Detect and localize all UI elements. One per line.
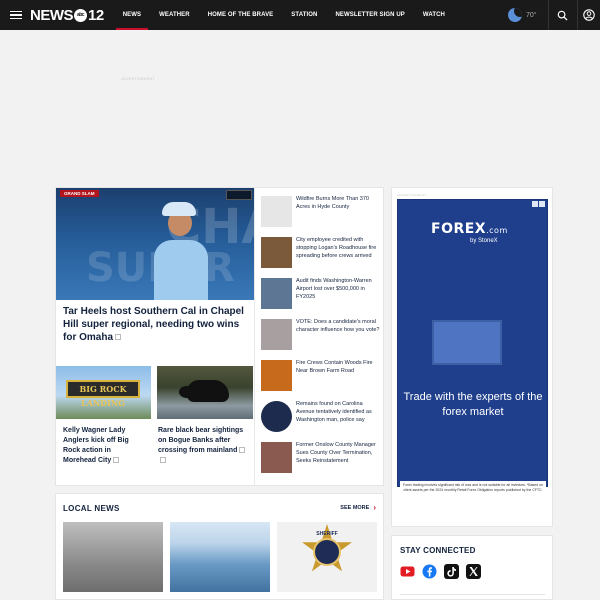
side-ad-panel: ADVERTISEMENT FOREX.com by StoneX Trade … (391, 187, 553, 527)
nav-item-station[interactable]: STATION (282, 0, 326, 30)
local-story-image[interactable] (170, 522, 270, 592)
video-icon (113, 457, 120, 464)
list-headline: Wildfire Burns More Than 370 Acres in Hy… (296, 196, 369, 210)
ad-label: ADVERTISEMENT (397, 193, 427, 197)
nav-item-weather[interactable]: WEATHER (150, 0, 199, 30)
ad-choices-badges[interactable] (532, 201, 545, 207)
list-headline: Former Onslow County Manager Sues County… (296, 442, 376, 464)
list-item[interactable]: Audit finds Washington-Warren Airport lo… (261, 277, 383, 318)
search-button[interactable] (548, 0, 576, 30)
nav-item-news[interactable]: NEWS (114, 0, 150, 30)
social-links (400, 564, 481, 579)
top-stories-card: CHAP SUPER GRAND SLAM Tar Heels host Sou… (55, 187, 384, 486)
weather-widget[interactable]: 70° (508, 0, 537, 30)
story-headline-big-rock[interactable]: Kelly Wagner Lady Anglers kick off Big R… (63, 426, 145, 466)
local-story-image[interactable] (63, 522, 163, 592)
section-title: STAY CONNECTED (400, 546, 476, 555)
list-item[interactable]: Former Onslow County Manager Sues County… (261, 441, 383, 482)
search-icon (557, 10, 568, 21)
ad-brand: FOREX (431, 221, 487, 237)
x-icon[interactable] (466, 564, 481, 579)
ad-label: ADVERTISEMENT (121, 77, 155, 81)
nav-item-watch[interactable]: WATCH (414, 0, 454, 30)
list-thumb (261, 360, 292, 391)
list-thumb (261, 278, 292, 309)
section-title: LOCAL NEWS (63, 504, 120, 513)
scoreboard-graphic (226, 190, 252, 200)
list-item[interactable]: Fire Crews Contain Woods Fire Near Brown… (261, 359, 383, 400)
ad-choices-icon[interactable] (532, 201, 538, 207)
video-icon (160, 457, 166, 464)
list-thumb (261, 401, 292, 432)
local-news-card: LOCAL NEWS SEE MORE › SHERIFF (55, 493, 384, 600)
stay-connected-card: STAY CONNECTED (391, 535, 553, 600)
laptop-graphic (432, 320, 502, 365)
ad-brand-suffix: .com (486, 226, 508, 235)
camera-icon (239, 447, 246, 454)
top-story-image[interactable]: CHAP SUPER GRAND SLAM (56, 188, 254, 300)
site-logo[interactable]: NEWS abc 12 (30, 0, 104, 30)
video-icon (115, 334, 122, 341)
logo-number: 12 (88, 6, 104, 24)
headline-list: Wildfire Burns More Than 370 Acres in Hy… (261, 195, 383, 482)
player-cap (162, 202, 196, 216)
menu-icon[interactable] (4, 0, 28, 30)
nav-item-newsletter[interactable]: NEWSLETTER SIGN UP (326, 0, 413, 30)
list-headline: Fire Crews Contain Woods Fire Near Brown… (296, 360, 373, 374)
list-item[interactable]: Remains found on Carolina Avenue tentati… (261, 400, 383, 441)
list-thumb (261, 237, 292, 268)
badge-center (313, 538, 341, 566)
column-divider (254, 188, 255, 485)
divider (400, 594, 545, 595)
youtube-icon[interactable] (400, 564, 415, 579)
player-figure (154, 240, 208, 300)
local-story-image[interactable]: SHERIFF (277, 522, 377, 592)
chevron-right-icon: › (373, 503, 376, 512)
list-headline: Remains found on Carolina Avenue tentati… (296, 401, 372, 423)
ad-brand-logo: FOREX.com (431, 221, 508, 237)
list-thumb (261, 196, 292, 227)
close-icon[interactable] (539, 201, 545, 207)
list-thumb (261, 442, 292, 473)
image-tag: GRAND SLAM (60, 190, 99, 197)
user-icon (583, 9, 595, 21)
list-headline: City employee credited with stopping Log… (296, 237, 377, 259)
nav-item-home-of-the-brave[interactable]: HOME OF THE BRAVE (199, 0, 283, 30)
list-item[interactable]: City employee credited with stopping Log… (261, 236, 383, 277)
list-item[interactable]: VOTE: Does a candidate's moral character… (261, 318, 383, 359)
badge-text: SHERIFF (316, 531, 338, 537)
ad-tagline: Trade with the experts of the forex mark… (403, 391, 543, 418)
top-story-headline-text: Tar Heels host Southern Cal in Chapel Hi… (63, 306, 244, 343)
forex-ad[interactable]: FOREX.com by StoneX Trade with the exper… (397, 199, 548, 487)
list-item[interactable]: Wildfire Burns More Than 370 Acres in Hy… (261, 195, 383, 236)
story-image-black-bear[interactable] (157, 366, 253, 419)
see-more-label: SEE MORE (340, 505, 370, 511)
logo-text: NEWS (30, 6, 74, 24)
top-story-headline[interactable]: Tar Heels host Southern Cal in Chapel Hi… (63, 305, 248, 344)
story-image-big-rock[interactable]: BIG ROCK LANDING (56, 366, 151, 419)
ad-brand-sub: by StoneX (470, 238, 498, 244)
ad-disclaimer: Forex trading involves significant risk … (400, 481, 546, 495)
top-navigation-bar: NEWS abc 12 NEWS WEATHER HOME OF THE BRAVE… (0, 0, 600, 30)
account-button[interactable] (577, 0, 600, 30)
list-headline: Audit finds Washington-Warren Airport lo… (296, 278, 372, 300)
story-headline-black-bear-text: Rare black bear sightings on Bogue Banks… (158, 427, 244, 454)
big-rock-sign: BIG ROCK LANDING (66, 380, 140, 408)
story-headline-black-bear[interactable]: Rare black bear sightings on Bogue Banks… (158, 426, 250, 466)
list-headline: VOTE: Does a candidate's moral character… (296, 319, 380, 333)
see-more-link[interactable]: SEE MORE › (340, 504, 376, 512)
list-thumb (261, 319, 292, 350)
facebook-icon[interactable] (422, 564, 437, 579)
tiktok-icon[interactable] (444, 564, 459, 579)
moon-icon (508, 8, 522, 22)
main-nav: NEWS WEATHER HOME OF THE BRAVE STATION N… (114, 0, 454, 30)
temperature: 70° (526, 11, 537, 19)
network-logo-icon: abc (74, 8, 87, 22)
bear-head (179, 386, 195, 398)
